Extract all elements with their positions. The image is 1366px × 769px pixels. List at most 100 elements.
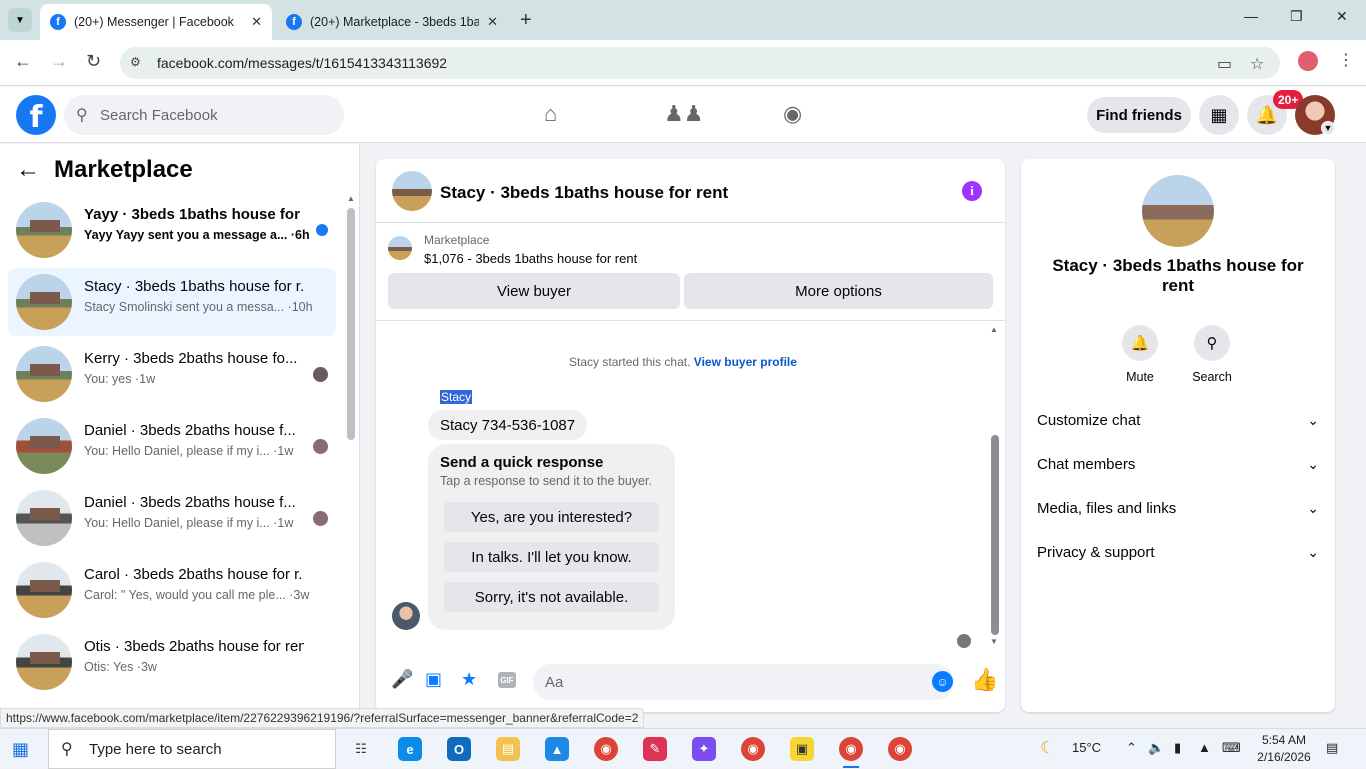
more-options-button[interactable]: More options <box>684 273 993 309</box>
forward-icon[interactable]: → <box>50 51 68 72</box>
tab-messenger[interactable]: f (20+) Messenger | Facebook ✕ <box>40 4 272 40</box>
customize-chat-section[interactable]: Customize chat ⌄ <box>1037 412 1319 436</box>
scroll-down-arrow-icon[interactable]: ▼ <box>990 637 998 646</box>
chrome-active-icon[interactable]: ◉ <box>839 737 863 768</box>
view-buyer-profile-link[interactable]: View buyer profile <box>694 355 797 369</box>
quick-reply-button[interactable]: In talks. I'll let you know. <box>444 542 659 572</box>
listing-thumbnail[interactable] <box>388 236 412 260</box>
page-scrollbar[interactable] <box>1353 92 1365 728</box>
message-input[interactable] <box>533 664 954 700</box>
chat-avatar[interactable] <box>392 171 432 211</box>
minimize-button[interactable]: — <box>1244 8 1258 24</box>
conversation-item[interactable]: Yayy · 3beds 1baths house for ... Yayy Y… <box>8 196 336 264</box>
conversation-title: Yayy · 3beds 1baths house for ... <box>84 206 304 223</box>
conversation-item[interactable]: Carol · 3beds 2baths house for r... Caro… <box>8 556 336 624</box>
notification-center-icon[interactable]: ▤ <box>1326 740 1338 756</box>
reload-icon[interactable]: ↻ <box>86 51 101 72</box>
conversation-item[interactable]: Daniel · 3beds 2baths house f... You: He… <box>8 484 336 552</box>
sticker-icon[interactable]: ★ <box>461 669 477 690</box>
quick-reply-button[interactable]: Yes, are you interested? <box>444 502 659 532</box>
back-arrow-icon[interactable]: ← <box>16 156 40 184</box>
task-view-icon[interactable]: ☷ <box>349 737 373 761</box>
conversation-item[interactable]: Daniel · 3beds 2baths house f... You: He… <box>8 412 336 480</box>
tab-search-button[interactable]: ▼ <box>8 8 32 32</box>
conversation-item[interactable]: Kerry · 3beds 2baths house fo... You: ye… <box>8 340 336 408</box>
tab-marketplace[interactable]: f (20+) Marketplace - 3beds 1bat ✕ <box>276 4 508 40</box>
taskbar-clock[interactable]: 5:54 AM 2/16/2026 <box>1254 732 1314 766</box>
inbox-scrollbar[interactable] <box>347 208 355 440</box>
chat-title[interactable]: Stacy · 3beds 1baths house for rent <box>440 183 728 203</box>
gif-icon[interactable]: GIF <box>498 672 516 688</box>
chrome-icon[interactable]: ◉ <box>594 737 618 761</box>
outlook-icon[interactable]: O <box>447 737 471 761</box>
conversation-item[interactable]: Otis · 3beds 2baths house for rent Otis:… <box>8 628 336 696</box>
listing-avatar-large[interactable] <box>1142 175 1214 247</box>
message-bubble[interactable]: Stacy 734-536-1087 <box>428 410 588 440</box>
close-tab-icon[interactable]: ✕ <box>251 14 262 30</box>
sticky-notes-icon[interactable]: ▣ <box>790 737 814 761</box>
file-explorer-icon[interactable]: ▤ <box>496 737 520 761</box>
taskbar-search-input[interactable] <box>89 730 329 768</box>
mute-action[interactable]: 🔔 Mute <box>1110 325 1170 384</box>
browser-profile-icon[interactable] <box>1298 51 1318 71</box>
new-tab-button[interactable]: + <box>520 9 532 32</box>
sender-avatar[interactable] <box>392 602 420 630</box>
search-icon[interactable]: ⚲ <box>1194 325 1230 361</box>
restore-button[interactable]: ❐ <box>1290 8 1303 25</box>
conversation-snippet: Otis: Yes ·3w <box>84 660 157 674</box>
scroll-up-arrow-icon[interactable]: ▲ <box>990 325 998 334</box>
facebook-search[interactable]: ⚲ <box>64 95 344 135</box>
scroll-up-arrow-icon[interactable]: ▲ <box>347 194 355 203</box>
find-friends-button[interactable]: Find friends <box>1087 97 1191 133</box>
site-info-icon[interactable]: ⚙ <box>130 55 141 69</box>
keyboard-icon[interactable]: ⌨ <box>1222 740 1241 756</box>
sender-name: Stacy <box>440 390 473 404</box>
conversation-item[interactable]: Stacy · 3beds 1baths house for r... Stac… <box>8 268 336 336</box>
chrome-profile-icon[interactable]: ◉ <box>741 737 765 761</box>
chevron-down-icon[interactable]: ▼ <box>1321 121 1335 135</box>
menu-grid-icon[interactable]: ▦ <box>1199 95 1239 135</box>
home-icon[interactable]: ⌂ <box>544 101 557 127</box>
info-icon[interactable]: i <box>962 181 982 201</box>
battery-icon[interactable]: ▮ <box>1174 740 1181 756</box>
microphone-icon[interactable]: 🎤 <box>391 669 413 690</box>
tray-chevron-icon[interactable]: ⌃ <box>1126 740 1137 756</box>
temperature[interactable]: 15°C <box>1072 740 1101 755</box>
close-tab-icon[interactable]: ✕ <box>487 14 498 30</box>
listing-title[interactable]: $1,076 - 3beds 1baths house for rent <box>424 251 637 266</box>
view-buyer-button[interactable]: View buyer <box>388 273 680 309</box>
address-bar[interactable]: ⚙ facebook.com/messages/t/16154133431136… <box>120 47 1280 79</box>
chrome-window-icon[interactable]: ◉ <box>888 737 912 761</box>
back-icon[interactable]: ← <box>14 51 32 72</box>
install-app-icon[interactable]: ▭ <box>1217 54 1232 74</box>
groups-icon[interactable]: ◉ <box>783 101 802 127</box>
paint-icon[interactable]: ✎ <box>643 737 667 761</box>
volume-icon[interactable]: 🔈 <box>1148 740 1164 756</box>
edge-icon[interactable]: e <box>398 737 422 761</box>
facebook-logo-icon[interactable]: f <box>16 95 56 135</box>
bell-icon[interactable]: 🔔 <box>1122 325 1158 361</box>
thumbs-up-icon[interactable]: 👍 <box>971 667 998 693</box>
bookmark-star-icon[interactable]: ☆ <box>1250 54 1264 74</box>
facebook-search-input[interactable] <box>100 95 330 135</box>
friends-icon[interactable]: ♟♟ <box>664 101 703 127</box>
photo-icon[interactable]: ▣ <box>425 669 442 690</box>
windows-start-icon[interactable]: ▦ <box>12 739 29 760</box>
close-window-button[interactable]: ✕ <box>1336 8 1348 25</box>
chevron-down-icon: ⌄ <box>1307 544 1319 560</box>
store-icon[interactable]: ▲ <box>545 737 569 761</box>
weather-moon-icon[interactable]: ☾ <box>1040 738 1055 758</box>
privacy-support-section[interactable]: Privacy & support ⌄ <box>1037 544 1319 568</box>
taskbar-search[interactable]: ⚲ <box>48 729 336 769</box>
emoji-icon[interactable]: ☺ <box>932 671 953 692</box>
chat-scrollbar[interactable] <box>991 435 999 635</box>
chat-members-section[interactable]: Chat members ⌄ <box>1037 456 1319 480</box>
copilot-icon[interactable]: ✦ <box>692 737 716 761</box>
media-files-links-section[interactable]: Media, files and links ⌄ <box>1037 500 1319 524</box>
quick-reply-button[interactable]: Sorry, it's not available. <box>444 582 659 612</box>
clock-time: 5:54 AM <box>1261 733 1307 747</box>
inbox-header: ← Marketplace <box>16 156 193 184</box>
browser-menu-icon[interactable]: ⋮ <box>1338 50 1354 70</box>
wifi-icon[interactable]: ▲ <box>1198 740 1211 755</box>
search-action[interactable]: ⚲ Search <box>1182 325 1242 384</box>
